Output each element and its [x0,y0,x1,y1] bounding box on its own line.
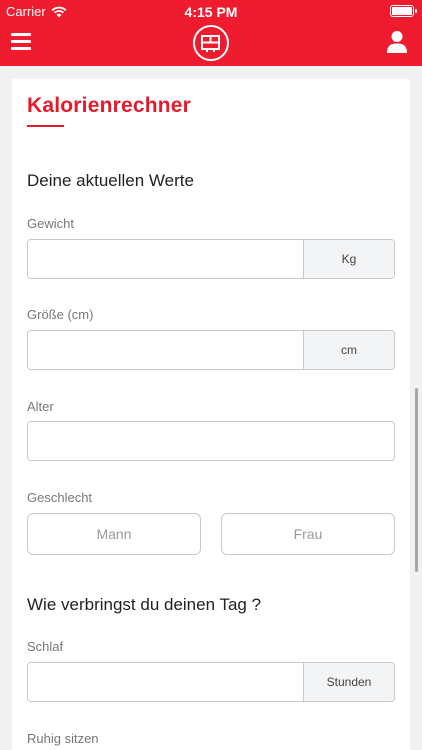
current-values-heading: Deine aktuellen Werte [27,171,194,190]
gender-label: Geschlecht [27,490,93,505]
menu-button[interactable] [11,33,31,51]
calculator-card: Kalorienrechner Deine aktuellen Werte Ge… [12,79,410,750]
scrollbar[interactable] [415,388,418,572]
weight-field-group: Kg [27,239,395,279]
status-bar: Carrier 4:15 PM [0,0,422,22]
weight-unit: Kg [303,240,394,278]
logo-icon [201,35,220,52]
height-input[interactable] [28,331,303,369]
weight-label: Gewicht [27,216,74,231]
title-underline [27,125,64,127]
sleep-field-group: Stunden [27,662,395,702]
sleep-label: Schlaf [27,639,64,654]
sitting-label: Ruhig sitzen [27,731,99,746]
battery-icon [390,5,417,17]
page-title: Kalorienrechner [27,94,192,117]
clock: 4:15 PM [184,4,238,20]
gender-female-button[interactable]: Frau [221,513,395,555]
hamburger-icon [11,33,31,36]
age-label: Alter [27,399,54,414]
brand-logo [193,25,229,61]
age-input[interactable] [28,422,394,460]
sleep-input[interactable] [28,663,303,701]
height-field-group: cm [27,330,395,370]
height-unit: cm [303,331,394,369]
gender-male-button[interactable]: Mann [27,513,201,555]
sleep-unit: Stunden [303,663,394,701]
user-icon [387,31,407,53]
day-heading: Wie verbringst du deinen Tag ? [27,595,262,614]
app-header: Carrier 4:15 PM [0,0,422,66]
weight-input[interactable] [28,240,303,278]
height-label: Größe (cm) [27,307,94,322]
age-field-group [27,421,395,461]
profile-button[interactable] [386,30,408,54]
